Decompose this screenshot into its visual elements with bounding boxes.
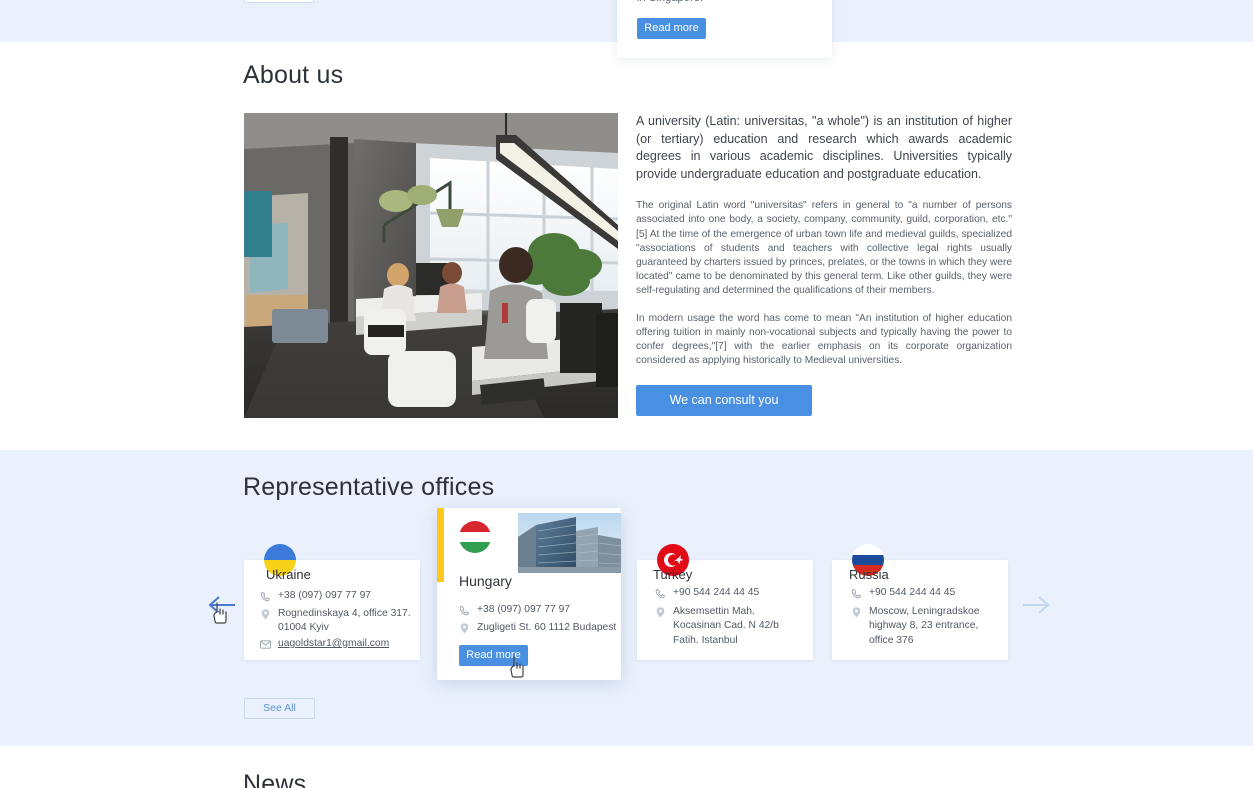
office-phone-row-turkey: +90 544 244 44 45 [655,586,813,600]
location-pin-icon [656,607,665,618]
office-address-ukraine: Rognedinskaya 4, office 317. 01004 Kyiv [278,608,411,634]
office-country-russia: Russia [849,567,889,582]
we-can-consult-you-button[interactable]: We can consult you [636,385,812,416]
top-partial-outline-button[interactable] [244,0,315,3]
top-card-text: in Singapore. [637,0,703,4]
top-partial-card: in Singapore. Read more [617,0,832,58]
phone-icon [851,588,862,599]
about-section-title: About us [243,61,344,89]
hungary-read-more-button[interactable]: Read more [459,645,528,666]
office-phone-turkey: +90 544 244 44 45 [673,587,760,598]
about-office-photo [244,113,618,418]
envelope-icon [260,640,271,649]
page-root: in Singapore. Read more About us [0,0,1253,788]
office-address-row-russia: Moscow, Leningradskoe highway 8, 23 entr… [851,605,1003,648]
office-country-hungary: Hungary [459,573,512,589]
location-pin-icon [852,607,861,618]
location-pin-icon [261,609,270,620]
about-paragraph-3: In modern usage the word has come to mea… [636,313,1012,367]
office-phone-row-ukraine: +38 (097) 097 77 97 [260,589,420,603]
phone-icon [260,591,271,602]
office-address-row-turkey: Aksemsettin Mah. Kocasinan Cad. N 42/b F… [655,605,803,648]
office-address-row-hungary: Zugligeti St. 60 1112 Budapest [459,621,617,635]
office-address-row-ukraine: Rognedinskaya 4, office 317. 01004 Kyiv [260,607,420,636]
band-news-white [0,746,1253,788]
carousel-prev-arrow-icon[interactable] [205,588,239,622]
office-phone-russia: +90 544 244 44 45 [869,587,956,598]
band-about-white [0,42,1253,450]
office-address-russia: Moscow, Leningradskoe highway 8, 23 entr… [869,606,980,646]
office-country-ukraine: Ukraine [266,567,311,582]
phone-icon [655,588,666,599]
office-address-hungary: Zugligeti St. 60 1112 Budapest [477,622,617,633]
about-copy: A university (Latin: universitas, "a who… [636,113,1012,382]
office-address-turkey: Aksemsettin Mah. Kocasinan Cad. N 42/b F… [673,606,779,646]
office-phone-row-russia: +90 544 244 44 45 [851,586,1009,600]
carousel-next-arrow-icon[interactable] [1019,588,1053,622]
office-phone-row-hungary: +38 (097) 097 77 97 [459,603,611,617]
hungary-office-photo [518,513,621,573]
about-paragraph-2: The original Latin word "universitas" re… [636,200,1013,296]
offices-section-title: Representative offices [243,473,495,501]
top-card-read-more-button[interactable]: Read more [637,18,706,39]
location-pin-icon [460,623,469,634]
highlight-accent-bar [437,508,444,582]
office-country-turkey: Turkey [653,567,693,582]
office-phone-hungary: +38 (097) 097 77 97 [477,604,571,615]
office-email-row-ukraine[interactable]: uagoldstar1@gmail.com [260,637,420,651]
hungary-flag-icon [459,521,491,553]
news-section-title: News [243,770,307,788]
band-offices-blue [0,450,1253,746]
about-paragraph-1: A university (Latin: universitas, "a who… [636,114,1012,181]
see-all-offices-button[interactable]: See All [244,698,315,719]
phone-icon [459,605,470,616]
office-card-hungary[interactable]: Hungary +38 (097) 097 77 97 Zugligeti St… [437,508,621,680]
office-email-ukraine[interactable]: uagoldstar1@gmail.com [278,637,389,651]
office-phone-ukraine: +38 (097) 097 77 97 [278,590,372,601]
